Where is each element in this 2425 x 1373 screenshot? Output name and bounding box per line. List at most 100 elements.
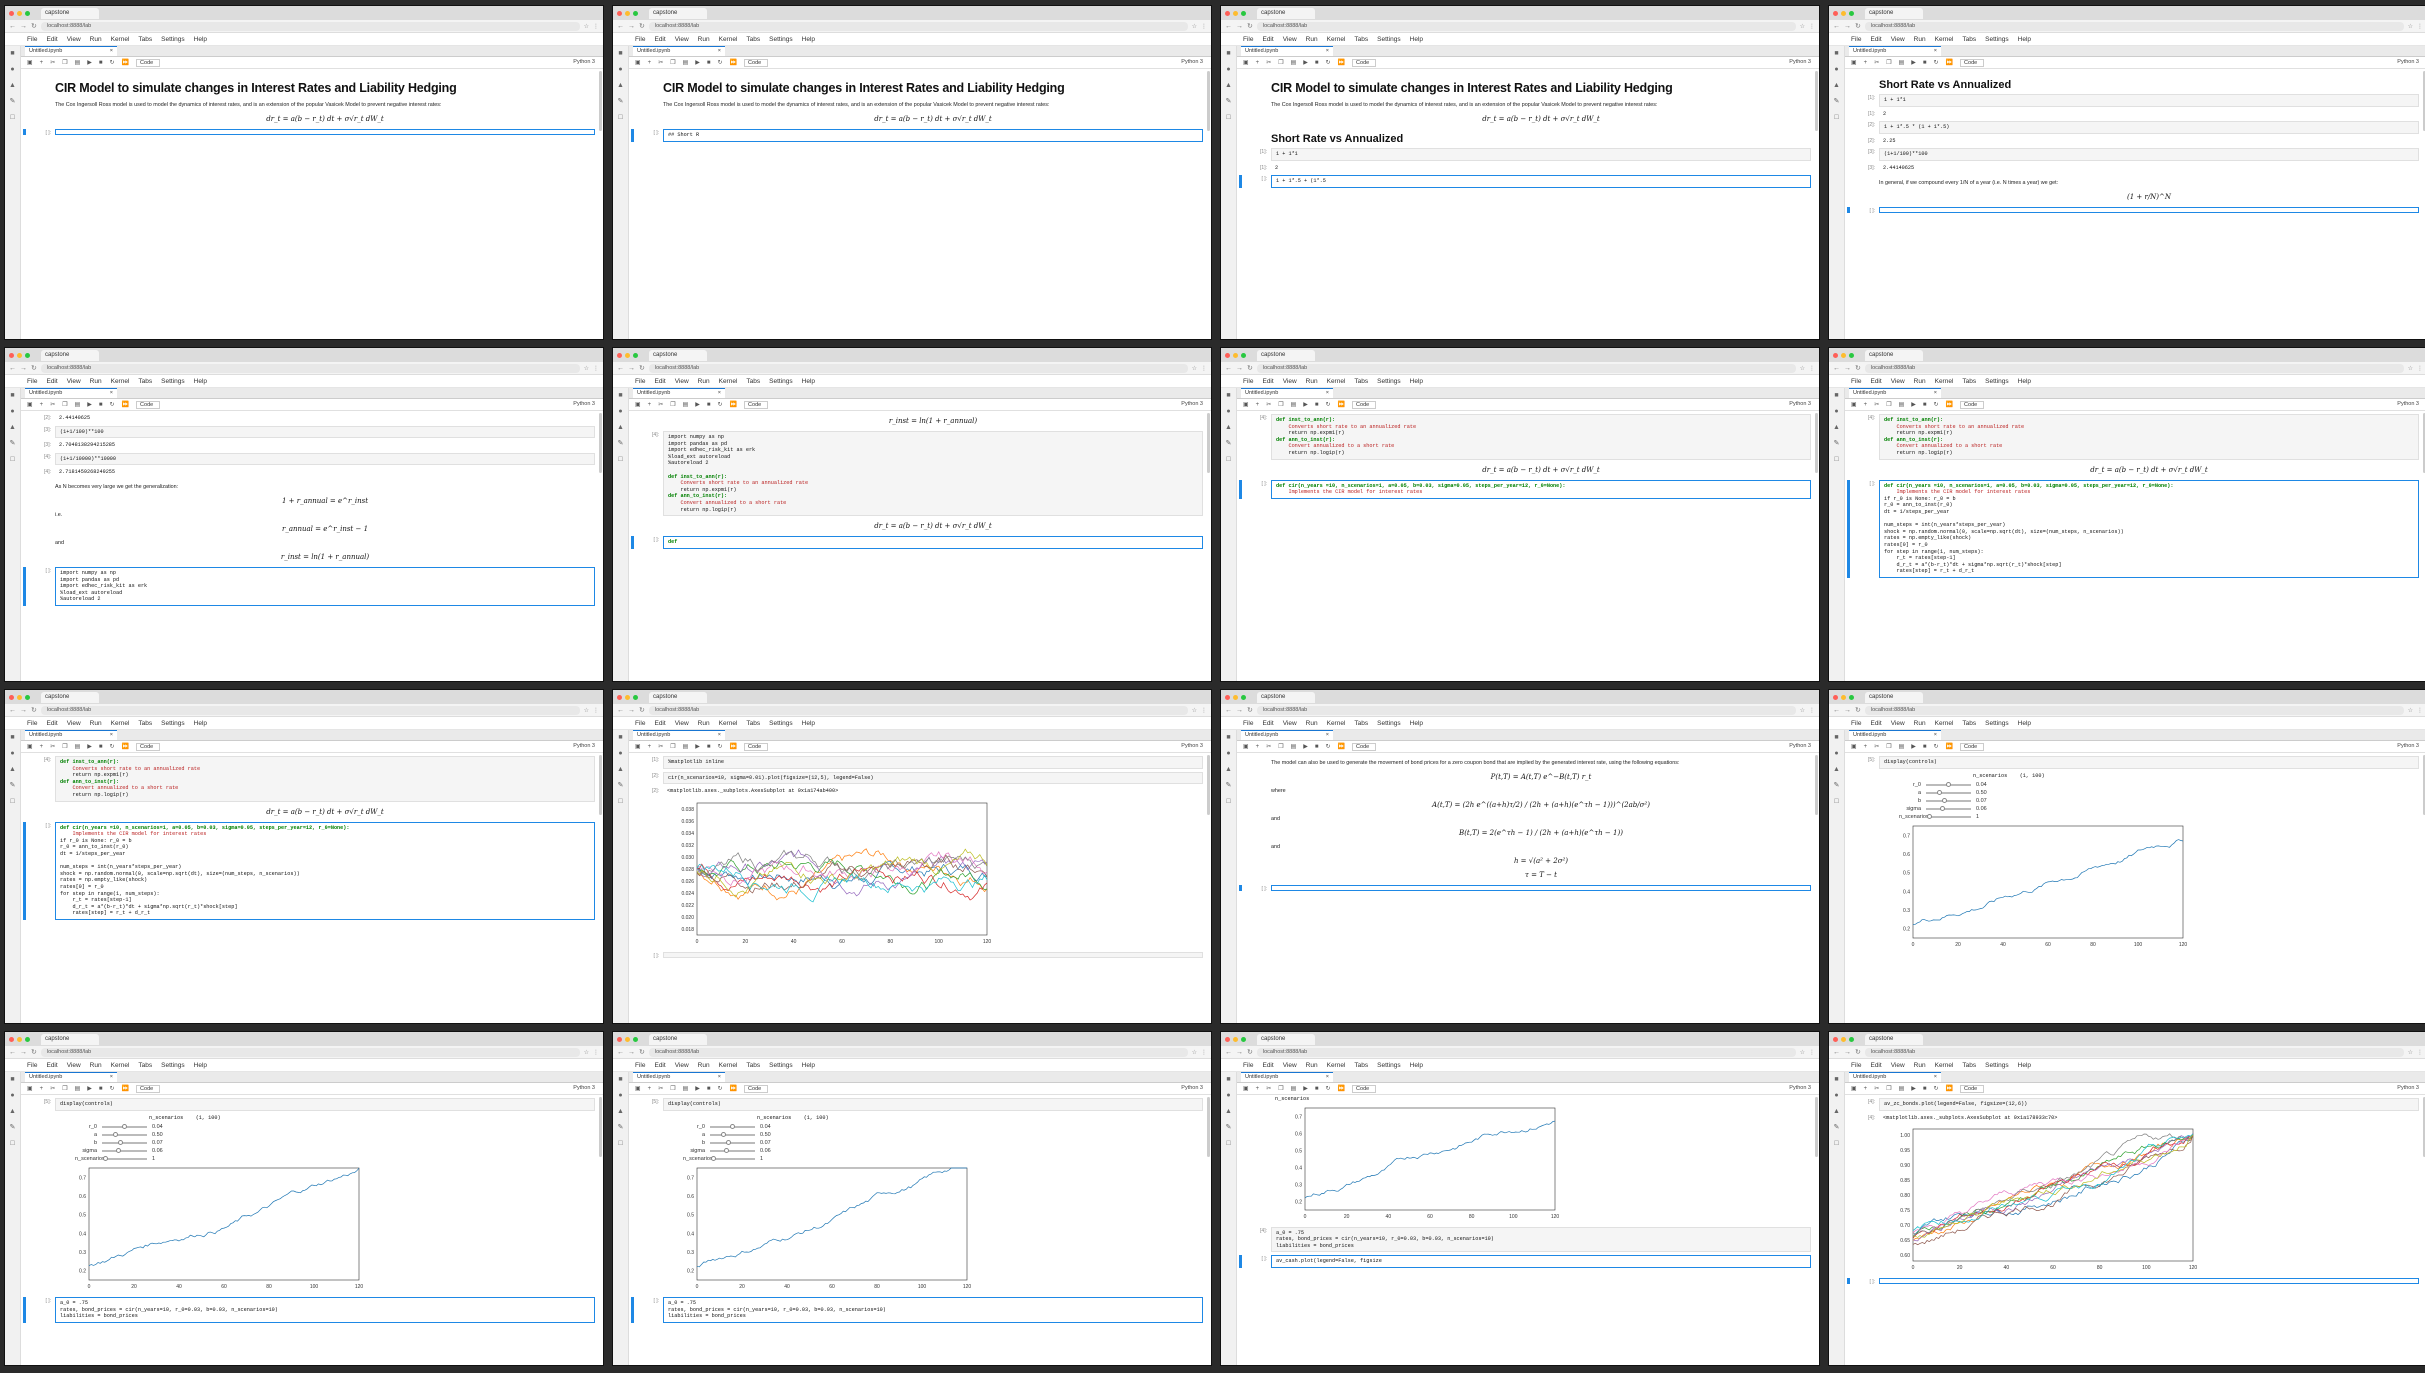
menu-dots-icon[interactable]: ⋮: [2417, 23, 2423, 30]
menu-dots-icon[interactable]: ⋮: [1809, 707, 1815, 714]
menu-file[interactable]: File: [1851, 36, 1861, 43]
minimize-window-icon[interactable]: [1233, 694, 1238, 700]
folder-icon[interactable]: ■: [1834, 392, 1838, 399]
scrollbar[interactable]: [599, 1097, 602, 1157]
forward-icon[interactable]: →: [1844, 365, 1851, 372]
cut-icon[interactable]: ✂: [658, 1085, 663, 1092]
menu-file[interactable]: File: [27, 378, 37, 385]
menu-edit[interactable]: Edit: [1262, 720, 1273, 727]
fast-forward-icon[interactable]: ⏩: [122, 401, 129, 408]
menu-settings[interactable]: Settings: [769, 36, 793, 43]
menu-settings[interactable]: Settings: [769, 720, 793, 727]
menu-tabs[interactable]: Tabs: [746, 720, 760, 727]
slider-sigma[interactable]: sigma 0.06: [683, 1148, 1203, 1154]
url-input[interactable]: localhost:8888/lab: [1864, 363, 2404, 373]
menu-settings[interactable]: Settings: [1985, 720, 2009, 727]
tabs-icon[interactable]: □: [1834, 114, 1838, 121]
cut-icon[interactable]: ✂: [50, 59, 55, 66]
menu-view[interactable]: View: [675, 378, 689, 385]
add-cell-icon[interactable]: +: [1864, 60, 1868, 66]
copy-icon[interactable]: ❐: [1278, 401, 1283, 408]
wrench-icon[interactable]: ✎: [10, 782, 16, 789]
slider-b[interactable]: b 0.07: [683, 1140, 1203, 1146]
cell-editor[interactable]: def cir(n_years =10, n_scenarios=1, a=0.…: [1271, 479, 1811, 499]
kernel-status[interactable]: Python 3: [1789, 743, 1811, 749]
cell-type-select[interactable]: Code: [136, 400, 161, 409]
copy-icon[interactable]: ❐: [1886, 1085, 1891, 1092]
menu-tabs[interactable]: Tabs: [1354, 378, 1368, 385]
reload-icon[interactable]: ↻: [1855, 364, 1861, 372]
slider-track[interactable]: [1926, 782, 1971, 788]
save-icon[interactable]: ▣: [635, 59, 641, 66]
cell-editor[interactable]: def: [663, 536, 1203, 549]
running-icon[interactable]: ●: [10, 750, 14, 757]
menu-settings[interactable]: Settings: [161, 1062, 185, 1069]
fast-forward-icon[interactable]: ⏩: [1946, 1085, 1953, 1092]
maximize-window-icon[interactable]: [633, 10, 638, 16]
menu-kernel[interactable]: Kernel: [1327, 36, 1346, 43]
scrollbar[interactable]: [1815, 71, 1818, 131]
copy-icon[interactable]: ❐: [62, 59, 67, 66]
scrollbar[interactable]: [1815, 755, 1818, 815]
cell-type-select[interactable]: Code: [1352, 742, 1377, 751]
code-cell[interactable]: [ ]: av_cash.plot(legend=False, figsize: [1239, 1255, 1811, 1268]
run-icon[interactable]: ▶: [1911, 401, 1916, 408]
forward-icon[interactable]: →: [628, 707, 635, 714]
menu-kernel[interactable]: Kernel: [1327, 378, 1346, 385]
cell-editor[interactable]: display(controls): [663, 1098, 1203, 1111]
menu-view[interactable]: View: [67, 36, 81, 43]
menu-run[interactable]: Run: [90, 36, 102, 43]
close-window-icon[interactable]: [1833, 10, 1838, 16]
restart-icon[interactable]: ↻: [1934, 401, 1939, 408]
add-cell-icon[interactable]: +: [1256, 402, 1260, 408]
menu-tabs[interactable]: Tabs: [1962, 36, 1976, 43]
code-cell[interactable]: [ ]: import numpy as np import pandas as …: [23, 566, 595, 606]
menu-dots-icon[interactable]: ⋮: [2417, 365, 2423, 372]
slider-b[interactable]: b 0.07: [75, 1140, 595, 1146]
slider-handle[interactable]: [118, 1140, 123, 1146]
restart-icon[interactable]: ↻: [1326, 743, 1331, 750]
commands-icon[interactable]: ▲: [1833, 766, 1840, 773]
code-cell[interactable]: [2]: 1 + 1*.5 * (1 + 1*.5): [1868, 121, 2419, 134]
menu-run[interactable]: Run: [1306, 36, 1318, 43]
menu-kernel[interactable]: Kernel: [1935, 720, 1954, 727]
cut-icon[interactable]: ✂: [1874, 401, 1879, 408]
menu-edit[interactable]: Edit: [654, 378, 665, 385]
running-icon[interactable]: ●: [618, 66, 622, 73]
maximize-window-icon[interactable]: [633, 352, 638, 358]
menu-tabs[interactable]: Tabs: [746, 1062, 760, 1069]
cell-type-select[interactable]: Code: [1352, 400, 1377, 409]
code-cell[interactable]: [ ]:: [1847, 206, 2419, 214]
code-cell[interactable]: [4]: def inst_to_ann(r): Converts short r…: [1260, 414, 1811, 460]
menu-tabs[interactable]: Tabs: [1354, 720, 1368, 727]
maximize-window-icon[interactable]: [1849, 694, 1854, 700]
tabs-icon[interactable]: □: [618, 798, 622, 805]
notebook-tab[interactable]: Untitled.ipynb ×: [633, 730, 725, 740]
cell-editor[interactable]: display(controls): [1879, 756, 2419, 769]
slider-track[interactable]: [710, 1124, 755, 1130]
tabs-icon[interactable]: □: [10, 114, 14, 121]
save-icon[interactable]: ▣: [635, 401, 641, 408]
run-icon[interactable]: ▶: [87, 59, 92, 66]
kernel-status[interactable]: Python 3: [573, 743, 595, 749]
reload-icon[interactable]: ↻: [31, 1048, 37, 1056]
paste-icon[interactable]: ▤: [1899, 59, 1905, 66]
minimize-window-icon[interactable]: [625, 352, 630, 358]
browser-tab[interactable]: capstone: [1865, 7, 1923, 19]
back-icon[interactable]: ←: [1225, 23, 1232, 30]
stop-icon[interactable]: ■: [99, 744, 103, 750]
fast-forward-icon[interactable]: ⏩: [730, 743, 737, 750]
close-icon[interactable]: ×: [1326, 1073, 1329, 1082]
star-icon[interactable]: ☆: [1800, 23, 1805, 30]
notebook-tab[interactable]: Untitled.ipynb ×: [1241, 46, 1333, 56]
menu-settings[interactable]: Settings: [1377, 720, 1401, 727]
cell-editor[interactable]: av_zc_bonds.plot(legend=False, figsize=(…: [1879, 1098, 2419, 1111]
menu-help[interactable]: Help: [1410, 1062, 1423, 1069]
paste-icon[interactable]: ▤: [683, 59, 689, 66]
menu-view[interactable]: View: [1891, 1062, 1905, 1069]
slider-track[interactable]: [102, 1156, 147, 1162]
menu-kernel[interactable]: Kernel: [719, 378, 738, 385]
menu-help[interactable]: Help: [1410, 720, 1423, 727]
menu-edit[interactable]: Edit: [46, 720, 57, 727]
reload-icon[interactable]: ↻: [31, 22, 37, 30]
